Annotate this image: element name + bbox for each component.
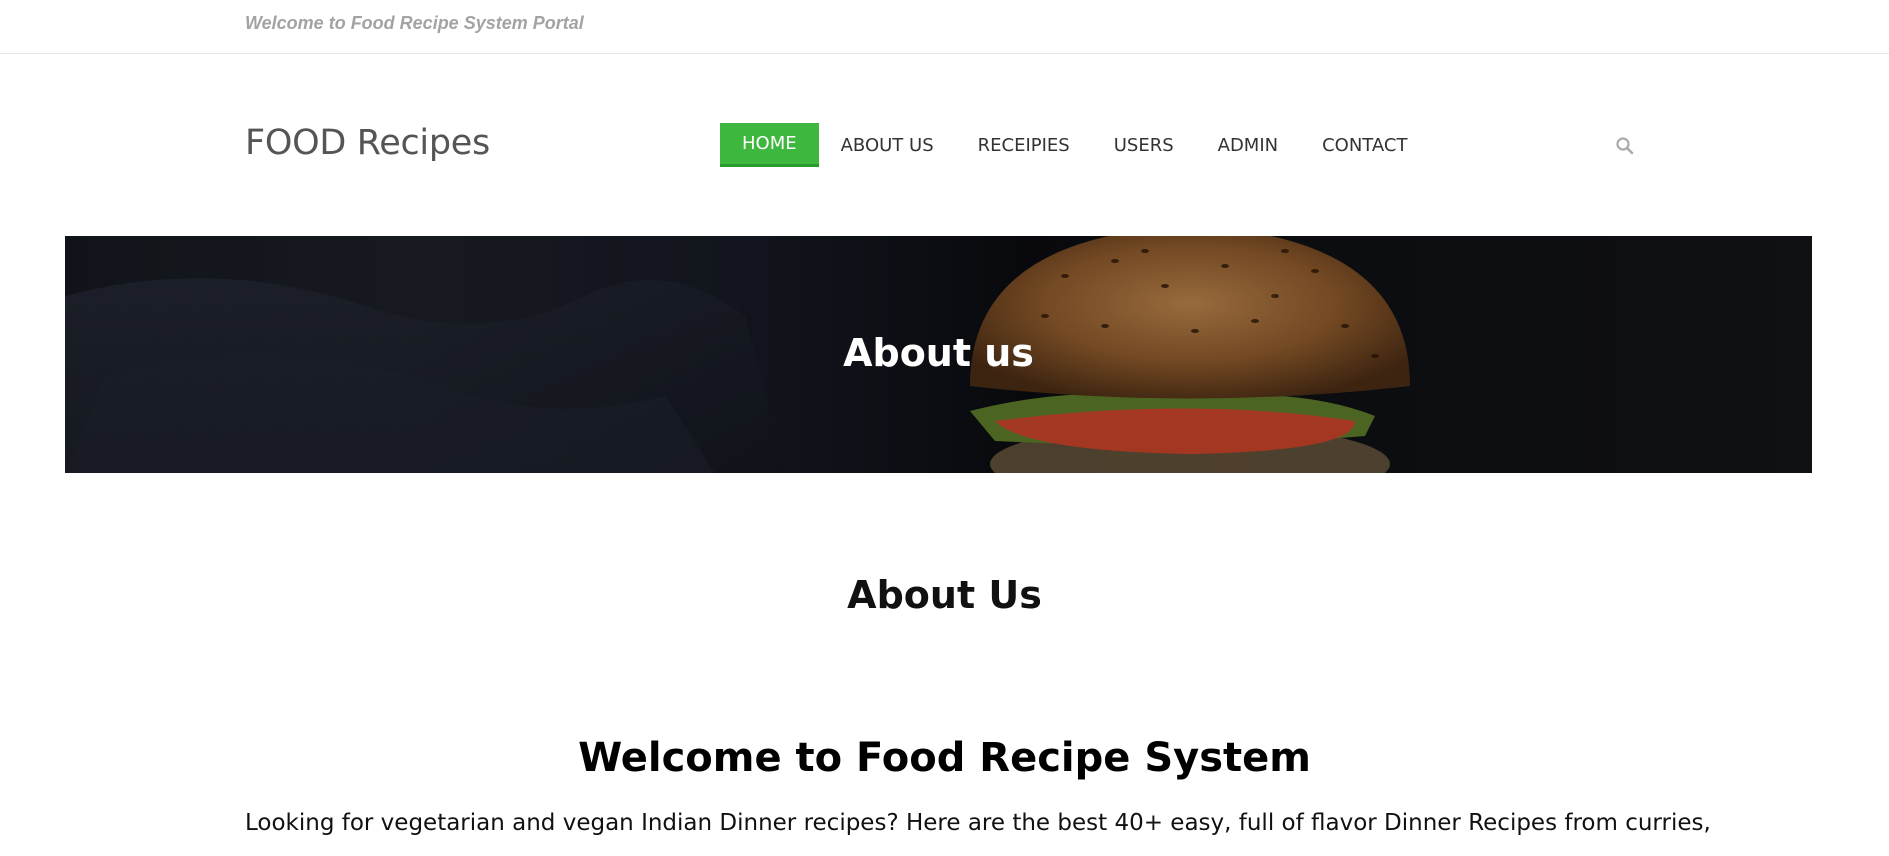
nav-contact[interactable]: CONTACT	[1300, 123, 1429, 167]
top-bar: Welcome to Food Recipe System Portal	[0, 0, 1889, 54]
nav-receipies[interactable]: RECEIPIES	[956, 123, 1092, 167]
site-logo[interactable]: FOOD Recipes	[245, 123, 490, 163]
nav-home[interactable]: HOME	[720, 123, 819, 167]
nav-users-label: USERS	[1113, 134, 1174, 156]
intro-paragraph: Looking for vegetarian and vegan Indian …	[245, 810, 1711, 836]
nav-admin-label: ADMIN	[1217, 134, 1279, 156]
nav-admin[interactable]: ADMIN	[1196, 123, 1300, 167]
nav-about-us[interactable]: ABOUT US	[819, 123, 956, 167]
section-title: About Us	[847, 573, 1042, 617]
hero-banner: About us	[65, 236, 1812, 473]
nav-about-us-label: ABOUT US	[840, 134, 934, 156]
welcome-text: Welcome to Food Recipe System Portal	[245, 13, 584, 33]
nav-receipies-label: RECEIPIES	[977, 134, 1070, 156]
nav-contact-label: CONTACT	[1322, 134, 1408, 156]
welcome-title: Welcome to Food Recipe System	[578, 735, 1311, 781]
hero-title: About us	[843, 331, 1034, 375]
main-nav: HOME ABOUT US RECEIPIES USERS ADMIN CONT…	[720, 123, 1429, 167]
search-icon[interactable]	[1615, 136, 1635, 156]
nav-users[interactable]: USERS	[1092, 123, 1196, 167]
nav-home-label: HOME	[742, 133, 797, 154]
